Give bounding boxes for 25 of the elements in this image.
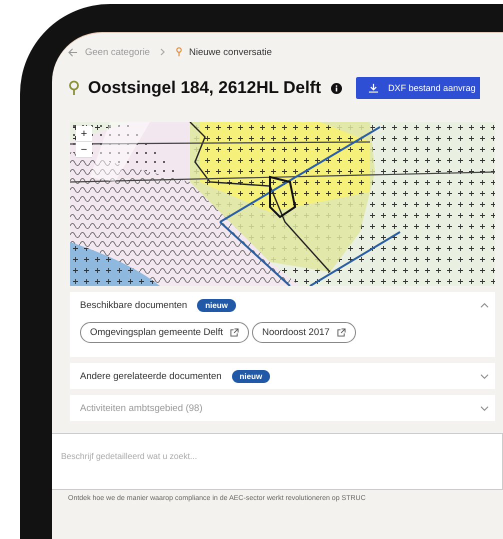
chevron-up-icon[interactable]: [480, 302, 489, 308]
section-title: Andere gerelateerde documenten: [80, 370, 222, 382]
section-title: Beschikbare documenten: [80, 300, 188, 310]
new-badge: nieuw: [232, 370, 270, 382]
info-icon[interactable]: [331, 82, 342, 94]
document-link[interactable]: Omgevingsplan gemeente Delft: [80, 322, 250, 343]
external-link-icon: [230, 328, 240, 337]
accordion-header[interactable]: Andere gerelateerde documenten nieuw: [70, 363, 495, 389]
prompt-input-field[interactable]: Beschrijf gedetailleerd wat u zoekt...: [52, 433, 503, 490]
breadcrumb-link[interactable]: Nieuwe conversatie: [188, 46, 272, 58]
chevron-down-icon[interactable]: [480, 372, 489, 380]
download-dxf-button[interactable]: DXF bestand aanvrag: [356, 77, 480, 99]
new-badge: nieuw: [197, 298, 236, 312]
page-title: Oostsingel 184, 2612HL Delft: [88, 78, 322, 98]
zoom-in-button[interactable]: +: [76, 126, 92, 142]
accordion-header[interactable]: Beschikbare documenten nieuw: [70, 292, 495, 318]
chevron-right-icon: [160, 48, 166, 56]
back-arrow-icon[interactable]: [68, 48, 78, 56]
section-title: Activiteiten ambtsgebied (98): [80, 402, 203, 414]
download-icon: [368, 83, 380, 93]
external-link-icon: [336, 328, 346, 337]
map-pin-icon: [176, 47, 182, 57]
map[interactable]: + −: [70, 122, 495, 286]
document-link[interactable]: Noordoost 2017: [252, 322, 356, 343]
map-pin-icon: [68, 80, 80, 96]
